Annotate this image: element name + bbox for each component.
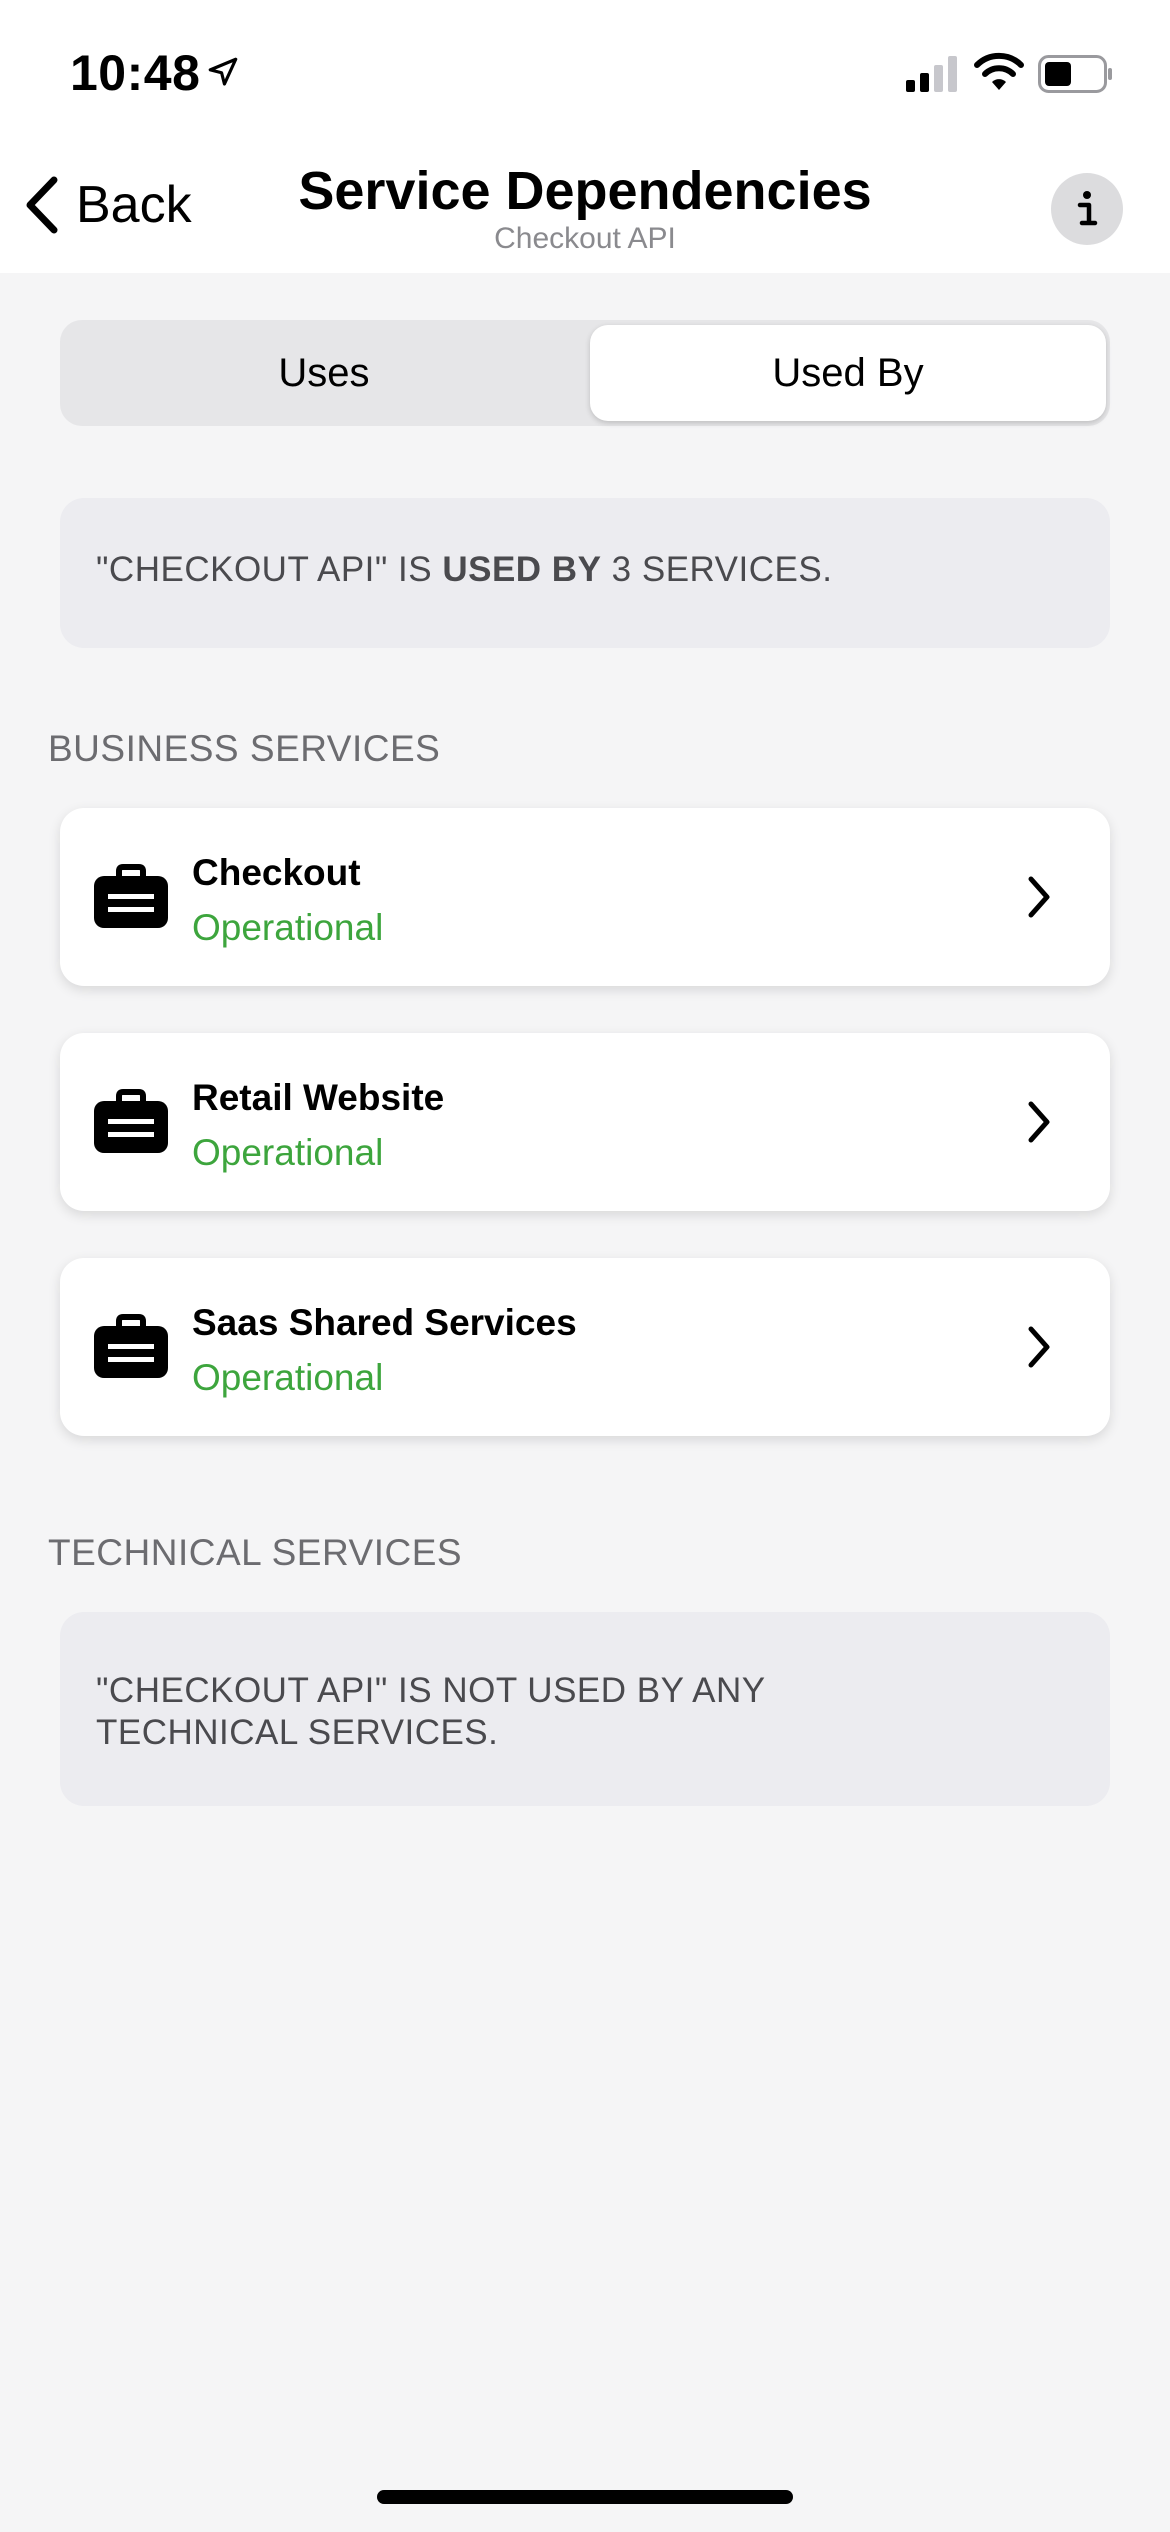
service-name: Saas Shared Services	[192, 1302, 577, 1343]
wifi-icon	[974, 52, 1024, 90]
cellular-signal-icon	[906, 56, 957, 92]
technical-empty-message: "CHECKOUT API" IS NOT USED BY ANY TECHNI…	[96, 1671, 765, 1752]
briefcase-icon	[94, 864, 168, 928]
service-row-retail-website[interactable]: Retail Website Operational	[60, 1033, 1110, 1211]
chevron-right-icon	[1028, 1326, 1050, 1368]
summary-box: "CHECKOUT API" IS USED BY 3 SERVICES.	[60, 498, 1110, 648]
service-status: Operational	[192, 1357, 384, 1398]
service-row-saas-shared-services[interactable]: Saas Shared Services Operational	[60, 1258, 1110, 1436]
home-indicator	[377, 2490, 793, 2504]
service-row-checkout[interactable]: Checkout Operational	[60, 808, 1110, 986]
page-subtitle: Checkout API	[494, 222, 676, 255]
summary-prefix: "CHECKOUT API" IS	[96, 550, 443, 589]
info-icon	[1077, 191, 1098, 226]
summary-suffix: 3 SERVICES.	[601, 550, 833, 589]
section-header-business: BUSINESS SERVICES	[48, 728, 441, 769]
page-title: Service Dependencies	[298, 161, 872, 221]
status-time: 10:48	[70, 45, 201, 101]
battery-icon	[1038, 55, 1112, 93]
chevron-right-icon	[1028, 876, 1050, 918]
section-header-technical: TECHNICAL SERVICES	[48, 1532, 463, 1573]
navigation-bar: Back Service Dependencies Checkout API	[0, 140, 1170, 273]
summary-text: "CHECKOUT API" IS USED BY 3 SERVICES.	[96, 550, 832, 590]
service-status: Operational	[192, 1132, 384, 1173]
chevron-right-icon	[1028, 1101, 1050, 1143]
segmented-control: Uses Used By	[60, 320, 1110, 426]
briefcase-icon	[94, 1314, 168, 1378]
status-bar: 10:48	[0, 0, 1170, 140]
location-arrow-icon	[208, 57, 238, 86]
info-button[interactable]	[1051, 173, 1123, 245]
service-name: Retail Website	[192, 1077, 445, 1118]
summary-emphasis: USED BY	[442, 550, 602, 589]
technical-empty-box: "CHECKOUT API" IS NOT USED BY ANY TECHNI…	[60, 1612, 1110, 1806]
service-name: Checkout	[192, 852, 361, 893]
tab-uses[interactable]: Uses	[66, 325, 582, 421]
service-status: Operational	[192, 907, 384, 948]
tab-used-by[interactable]: Used By	[590, 325, 1106, 421]
briefcase-icon	[94, 1089, 168, 1153]
